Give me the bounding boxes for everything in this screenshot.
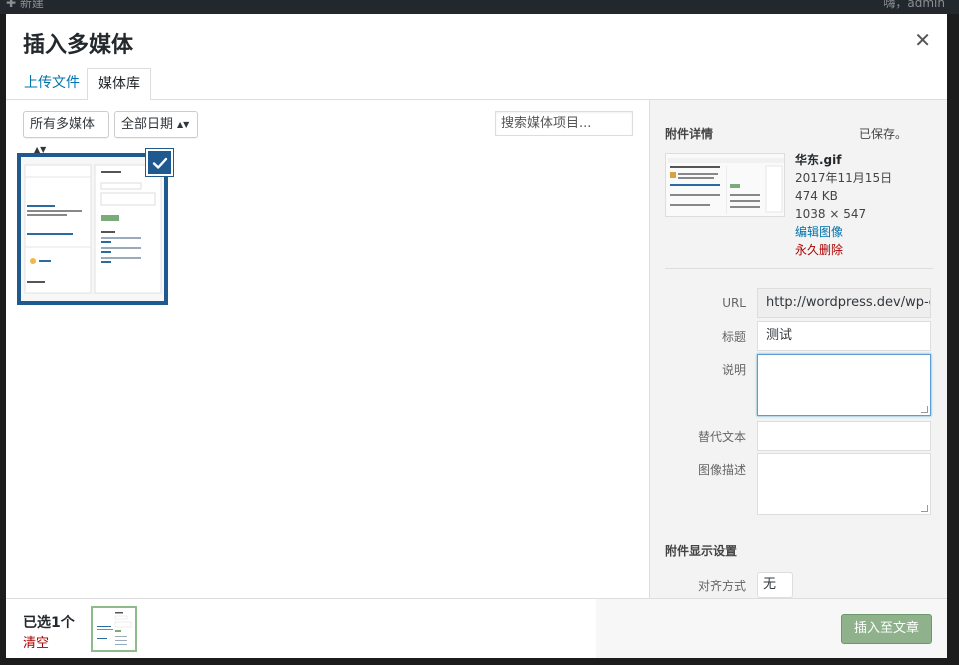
media-search-input[interactable]: 搜索媒体项目... [495, 111, 633, 136]
attachment-details-sidebar: 附件详情 已保存。 华东.gif 2017年11月15日 474 KB 1038… [649, 100, 947, 598]
resize-handle-icon[interactable] [921, 406, 928, 413]
description-label: 图像描述 [697, 463, 746, 477]
attachment-details-heading: 附件详情 [665, 127, 714, 141]
selected-check-button[interactable] [146, 149, 173, 176]
display-settings-heading: 附件显示设置 [665, 544, 738, 558]
modal-footer: 已选1个 清空 插入至文章 [6, 598, 947, 658]
select-arrows-icon: ▲▼ [177, 120, 190, 129]
clear-selection-link[interactable]: 清空 [23, 632, 49, 651]
attachment-info: 华东.gif 2017年11月15日 474 KB 1038 × 547 编辑图… [795, 151, 892, 259]
delete-permanently-link[interactable]: 永久删除 [795, 241, 892, 259]
edit-image-link[interactable]: 编辑图像 [795, 223, 892, 241]
date-filter[interactable]: 全部日期 ▲▼ [114, 111, 198, 138]
alt-text-field[interactable] [757, 421, 931, 451]
attachment-date: 2017年11月15日 [795, 171, 893, 185]
alignment-label: 对齐方式 [697, 579, 746, 593]
alignment-select[interactable]: 无▲▼ [757, 572, 793, 598]
user-greeting[interactable]: 嗨，admin [883, 0, 945, 11]
details-thumbnail [665, 153, 785, 217]
media-type-filter-value: 所有多媒体 [30, 117, 96, 132]
caption-label: 说明 [721, 363, 746, 377]
attachment-preview-image [21, 157, 164, 301]
url-field[interactable]: http://wordpress.dev/wp-cc [757, 288, 931, 318]
insert-into-post-button[interactable]: 插入至文章 [841, 614, 932, 644]
title-label: 标题 [721, 330, 746, 344]
tab-upload-files[interactable]: 上传文件 [14, 68, 90, 100]
url-label: URL [722, 296, 746, 310]
details-preview-image [666, 154, 784, 216]
attachment-dimensions: 1038 × 547 [795, 207, 867, 221]
attachment-filename: 华东.gif [795, 153, 842, 167]
close-icon[interactable]: ✕ [914, 28, 931, 52]
tab-media-library[interactable]: 媒体库 [87, 68, 151, 101]
admin-bar: ✚ 新建 嗨，admin [0, 0, 959, 14]
media-browser: 所有多媒体▲▼ 全部日期 ▲▼ 搜索媒体项目... [6, 100, 649, 598]
modal-title: 插入多媒体 [23, 33, 134, 58]
caption-field[interactable] [757, 354, 931, 416]
alt-text-label: 替代文本 [697, 430, 746, 444]
description-field[interactable] [757, 453, 931, 515]
new-menu[interactable]: ✚ 新建 [6, 0, 44, 11]
details-divider [665, 268, 933, 269]
selection-count: 已选1个 [23, 615, 75, 631]
saved-status: 已保存。 [859, 127, 908, 141]
selection-preview-image [93, 608, 135, 650]
title-field[interactable]: 测试 [757, 321, 931, 351]
media-type-filter[interactable]: 所有多媒体▲▼ [23, 111, 109, 154]
media-tabs: 上传文件 媒体库 [6, 64, 947, 101]
checkmark-icon [152, 157, 167, 169]
date-filter-value: 全部日期 [121, 117, 174, 132]
modal-header: 插入多媒体 ✕ [6, 14, 947, 64]
alignment-value: 无 [763, 577, 777, 592]
media-modal: 插入多媒体 ✕ 上传文件 媒体库 所有多媒体▲▼ 全部日期 ▲▼ 搜索媒体项目..… [6, 14, 947, 658]
attachment-filesize: 474 KB [795, 189, 838, 203]
resize-handle-icon[interactable] [921, 505, 928, 512]
selection-thumbnail[interactable] [91, 606, 137, 652]
